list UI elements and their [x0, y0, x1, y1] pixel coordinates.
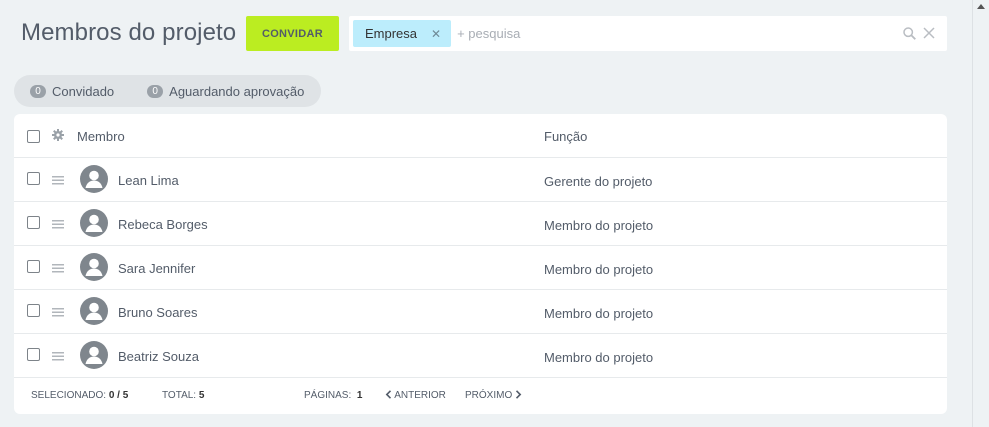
drag-handle-icon[interactable] — [52, 264, 64, 273]
total-counter: TOTAL: 5 — [162, 390, 204, 401]
filter-invited[interactable]: 0 Convidado — [30, 84, 114, 99]
member-role: Gerente do projeto — [544, 174, 653, 189]
grid-header: Membro Função — [14, 114, 947, 158]
search-icon[interactable] — [903, 27, 916, 40]
member-name[interactable]: Lean Lima — [118, 173, 179, 188]
member-name[interactable]: Sara Jennifer — [118, 261, 195, 276]
search-input[interactable] — [457, 26, 888, 41]
avatar[interactable] — [80, 341, 108, 369]
grid-footer: SELECIONADO: 0 / 5 TOTAL: 5 PÁGINAS: 1 A… — [14, 390, 947, 404]
prev-label: ANTERIOR — [394, 390, 446, 401]
page-title: Membros do projeto — [21, 19, 237, 46]
table-row[interactable]: Sara Jennifer Membro do projeto — [14, 246, 947, 290]
next-page-link[interactable]: PRÓXIMO — [465, 390, 522, 401]
filter-chip[interactable]: Empresa ✕ — [353, 20, 452, 47]
member-name[interactable]: Bruno Soares — [118, 305, 198, 320]
member-name[interactable]: Beatriz Souza — [118, 349, 199, 364]
avatar[interactable] — [80, 297, 108, 325]
invited-count-badge: 0 — [30, 84, 46, 98]
filter-invited-label: Convidado — [52, 83, 115, 99]
row-checkbox[interactable] — [27, 260, 40, 273]
column-role[interactable]: Função — [544, 129, 587, 144]
chevron-left-icon — [385, 390, 392, 399]
row-checkbox[interactable] — [27, 348, 40, 361]
avatar[interactable] — [80, 253, 108, 281]
invite-button[interactable]: CONVIDAR — [246, 16, 339, 51]
pages-value: 1 — [356, 390, 363, 401]
table-row[interactable]: Lean Lima Gerente do projeto — [14, 158, 947, 202]
selected-counter: SELECIONADO: 0 / 5 — [31, 390, 128, 401]
drag-handle-icon[interactable] — [52, 308, 64, 317]
prev-page-link[interactable]: ANTERIOR — [385, 390, 446, 401]
avatar[interactable] — [80, 209, 108, 237]
row-checkbox[interactable] — [27, 172, 40, 185]
selected-label: SELECIONADO: — [31, 390, 107, 401]
drag-handle-icon[interactable] — [52, 352, 64, 361]
next-label: PRÓXIMO — [465, 390, 513, 401]
pages-counter: PÁGINAS: 1 — [304, 390, 362, 401]
selected-value: 0 / 5 — [108, 390, 129, 401]
pages-label: PÁGINAS: — [304, 390, 352, 401]
member-role: Membro do projeto — [544, 350, 654, 365]
avatar[interactable] — [80, 165, 108, 193]
member-role: Membro do projeto — [544, 218, 654, 233]
search-bar[interactable]: Empresa ✕ — [349, 16, 947, 51]
chevron-right-icon — [515, 390, 522, 399]
table-row[interactable]: Rebeca Borges Membro do projeto — [14, 202, 947, 246]
vertical-scrollbar[interactable] — [972, 0, 989, 427]
member-role: Membro do projeto — [544, 262, 654, 277]
drag-handle-icon[interactable] — [52, 176, 64, 185]
total-label: TOTAL: — [162, 390, 197, 401]
clear-search-icon[interactable] — [923, 27, 935, 39]
table-row[interactable]: Beatriz Souza Membro do projeto — [14, 334, 947, 378]
page-header: Membros do projeto — [21, 14, 236, 52]
filter-chip-label: Empresa — [365, 26, 418, 41]
status-filter-bar: 0 Convidado 0 Aguardando aprovação — [14, 75, 322, 107]
column-member[interactable]: Membro — [77, 129, 125, 144]
scroll-up-icon[interactable] — [977, 4, 985, 9]
row-checkbox[interactable] — [27, 304, 40, 317]
filter-awaiting-label: Aguardando aprovação — [169, 83, 305, 99]
row-checkbox[interactable] — [27, 216, 40, 229]
total-value: 5 — [198, 390, 205, 401]
drag-handle-icon[interactable] — [52, 220, 64, 229]
select-all-checkbox[interactable] — [27, 130, 40, 143]
member-name[interactable]: Rebeca Borges — [118, 217, 208, 232]
gear-icon[interactable] — [52, 129, 64, 141]
members-grid: Membro Função Lean Lima Gerente do proje… — [14, 114, 947, 414]
chip-remove-icon[interactable]: ✕ — [431, 27, 441, 41]
filter-awaiting-approval[interactable]: 0 Aguardando aprovação — [147, 84, 304, 99]
table-row[interactable]: Bruno Soares Membro do projeto — [14, 290, 947, 334]
awaiting-count-badge: 0 — [147, 84, 164, 98]
member-role: Membro do projeto — [544, 306, 654, 321]
